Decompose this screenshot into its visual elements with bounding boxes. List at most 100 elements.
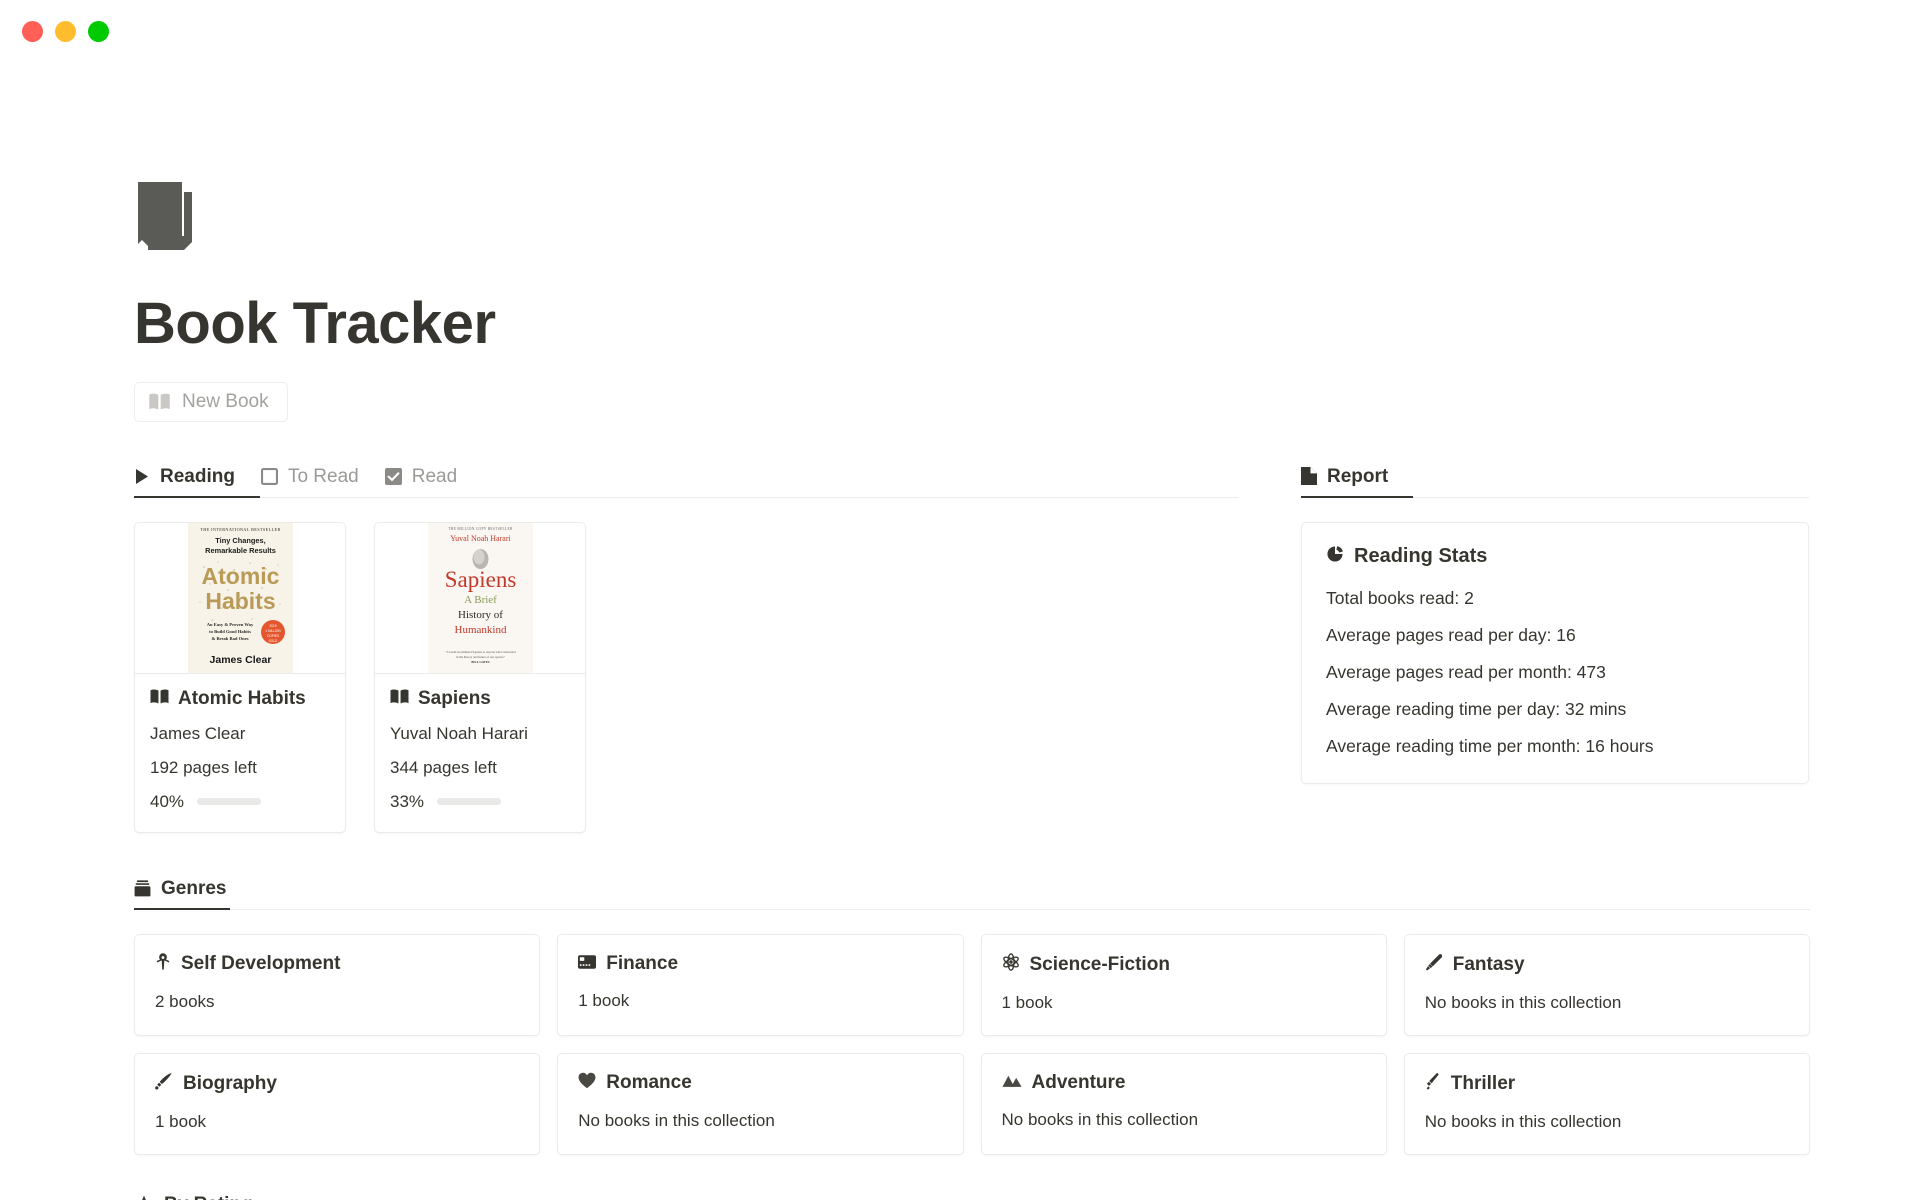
reading-stats-title-label: Reading Stats bbox=[1354, 545, 1488, 568]
progress-track bbox=[197, 798, 262, 806]
genre-title: Self Development bbox=[155, 953, 519, 976]
genre-count: 1 book bbox=[155, 1111, 207, 1131]
svg-text:Sapiens: Sapiens bbox=[444, 567, 516, 592]
book-title: Sapiens bbox=[390, 688, 570, 710]
genre-card-adventure[interactable]: Adventure No books in this collection bbox=[980, 1052, 1387, 1155]
stat-avg-pages-per-day: Average pages read per day: 16 bbox=[1326, 624, 1576, 645]
checkbox-empty-icon bbox=[260, 467, 278, 485]
genre-card-science-fiction[interactable]: Science-Fiction 1 book bbox=[980, 933, 1387, 1036]
tab-genres[interactable]: Genres bbox=[134, 879, 226, 898]
notebook-icon bbox=[134, 180, 202, 254]
open-book-icon bbox=[150, 688, 169, 710]
book-title-label: Sapiens bbox=[418, 687, 491, 709]
reading-stats-title: Reading Stats bbox=[1326, 545, 1784, 569]
svg-text:& Break Bad Ones: & Break Bad Ones bbox=[211, 636, 248, 641]
tab-read-label: Read bbox=[411, 465, 458, 487]
svg-text:Tiny Changes,: Tiny Changes, bbox=[215, 536, 265, 545]
window-titlebar bbox=[0, 0, 1920, 62]
book-cover: THE INTERNATIONAL BESTSELLER Tiny Change… bbox=[135, 522, 345, 674]
genre-card-fantasy[interactable]: Fantasy No books in this collection bbox=[1403, 933, 1810, 1036]
minimize-window-button[interactable] bbox=[55, 20, 76, 42]
page-title: Book Tracker bbox=[134, 291, 496, 356]
genre-title: Adventure bbox=[1001, 1071, 1366, 1094]
rating-tabstrip: By Rating bbox=[134, 1195, 1810, 1200]
svg-text:Yuval Noah Harari: Yuval Noah Harari bbox=[450, 534, 511, 543]
genre-card-thriller[interactable]: Thriller No books in this collection bbox=[1403, 1052, 1810, 1155]
tab-to-read[interactable]: To Read bbox=[260, 465, 359, 487]
svg-text:History of: History of bbox=[458, 609, 503, 621]
new-book-button[interactable]: New Book bbox=[134, 381, 288, 422]
svg-text:James Clear: James Clear bbox=[209, 654, 271, 666]
tab-by-rating[interactable]: By Rating bbox=[134, 1195, 253, 1200]
genre-card-biography[interactable]: Biography 1 book bbox=[134, 1052, 541, 1155]
stat-total-books-read: Total books read: 2 bbox=[1326, 587, 1474, 608]
book-author: James Clear bbox=[150, 723, 246, 743]
reading-stats-card[interactable]: Reading Stats Total books read: 2 Averag… bbox=[1301, 521, 1809, 784]
genre-title-label: Adventure bbox=[1031, 1071, 1126, 1093]
genre-card-finance[interactable]: Finance 1 book bbox=[557, 933, 964, 1036]
book-progress: 33% bbox=[390, 792, 570, 812]
genre-count: No books in this collection bbox=[578, 1110, 775, 1130]
atom-icon bbox=[1002, 953, 1020, 977]
svg-text:in the history and future of o: in the history and future of our species… bbox=[456, 655, 506, 659]
genre-count: No books in this collection bbox=[1424, 1111, 1622, 1131]
tab-report-label: Report bbox=[1327, 465, 1389, 487]
book-card-list: THE INTERNATIONAL BESTSELLER Tiny Change… bbox=[134, 521, 1239, 833]
genre-count: 2 books bbox=[155, 991, 215, 1011]
svg-text:An Easy & Proven Way: An Easy & Proven Way bbox=[206, 622, 253, 627]
atomic-habits-cover-art: THE INTERNATIONAL BESTSELLER Tiny Change… bbox=[187, 522, 293, 673]
svg-text:2019: 2019 bbox=[269, 624, 276, 628]
svg-text:BILL GATES: BILL GATES bbox=[471, 660, 490, 664]
svg-text:Remarkable Results: Remarkable Results bbox=[205, 546, 276, 555]
book-pages-left: 192 pages left bbox=[150, 757, 257, 777]
genres-section: Genres Self Development 2 books Finance … bbox=[134, 879, 1810, 1155]
maximize-window-button[interactable] bbox=[88, 20, 109, 42]
genre-title: Biography bbox=[155, 1072, 519, 1096]
tab-to-read-label: To Read bbox=[287, 465, 359, 487]
sword-icon bbox=[1425, 953, 1443, 977]
stat-avg-reading-time-day: Average reading time per day: 32 mins bbox=[1326, 698, 1627, 719]
svg-text:COPIES: COPIES bbox=[266, 634, 278, 638]
genre-count: No books in this collection bbox=[1424, 992, 1622, 1012]
book-title-label: Atomic Habits bbox=[178, 687, 306, 709]
genre-title-label: Thriller bbox=[1450, 1072, 1516, 1094]
progress-track bbox=[437, 798, 502, 806]
tab-report[interactable]: Report bbox=[1301, 467, 1388, 486]
sapiens-cover-art: THE MILLION COPY BESTSELLER Yuval Noah H… bbox=[427, 522, 533, 673]
svg-text:Habits: Habits bbox=[205, 588, 275, 614]
dagger-icon bbox=[1425, 1072, 1441, 1096]
report-column: Report Reading Stats Total books read: 2… bbox=[1301, 467, 1809, 833]
genre-title-label: Biography bbox=[183, 1072, 277, 1094]
genre-title-label: Fantasy bbox=[1452, 953, 1525, 975]
svg-text:A Brief: A Brief bbox=[464, 594, 497, 606]
mountains-icon bbox=[1001, 1072, 1022, 1094]
checkbox-checked-icon bbox=[384, 467, 402, 485]
genre-card-grid: Self Development 2 books Finance 1 book … bbox=[134, 933, 1810, 1155]
tab-read[interactable]: Read bbox=[384, 465, 458, 487]
close-window-button[interactable] bbox=[22, 20, 43, 42]
rating-section: By Rating bbox=[134, 1195, 1810, 1200]
stat-avg-pages-per-month: Average pages read per month: 473 bbox=[1326, 661, 1606, 682]
genre-title-label: Romance bbox=[606, 1072, 692, 1094]
book-card[interactable]: THE MILLION COPY BESTSELLER Yuval Noah H… bbox=[374, 521, 586, 833]
genre-title-label: Self Development bbox=[181, 953, 341, 975]
svg-text:THE INTERNATIONAL BESTSELLER: THE INTERNATIONAL BESTSELLER bbox=[200, 527, 280, 532]
book-progress: 40% bbox=[150, 792, 330, 812]
book-title: Atomic Habits bbox=[150, 688, 330, 710]
svg-text:1 MILLION: 1 MILLION bbox=[265, 629, 281, 633]
book-pages-left: 344 pages left bbox=[390, 757, 497, 777]
open-book-icon bbox=[149, 393, 170, 410]
genre-title: Science-Fiction bbox=[1002, 953, 1366, 977]
genre-title-label: Science-Fiction bbox=[1029, 953, 1170, 975]
reading-tabstrip: Reading To Read Read bbox=[134, 467, 1239, 498]
book-card[interactable]: THE INTERNATIONAL BESTSELLER Tiny Change… bbox=[134, 521, 346, 833]
genre-count: 1 book bbox=[1001, 992, 1053, 1012]
svg-text:"I would recommend Sapiens to: "I would recommend Sapiens to anyone who… bbox=[445, 650, 516, 654]
svg-text:to Build Good Habits: to Build Good Habits bbox=[209, 629, 251, 634]
new-book-label: New Book bbox=[182, 390, 269, 412]
book-author: Yuval Noah Harari bbox=[390, 723, 528, 743]
genre-card-romance[interactable]: Romance No books in this collection bbox=[557, 1052, 964, 1155]
tab-reading[interactable]: Reading bbox=[134, 467, 235, 486]
genre-card-self-development[interactable]: Self Development 2 books bbox=[134, 933, 541, 1036]
quill-pen-icon bbox=[155, 1072, 173, 1096]
